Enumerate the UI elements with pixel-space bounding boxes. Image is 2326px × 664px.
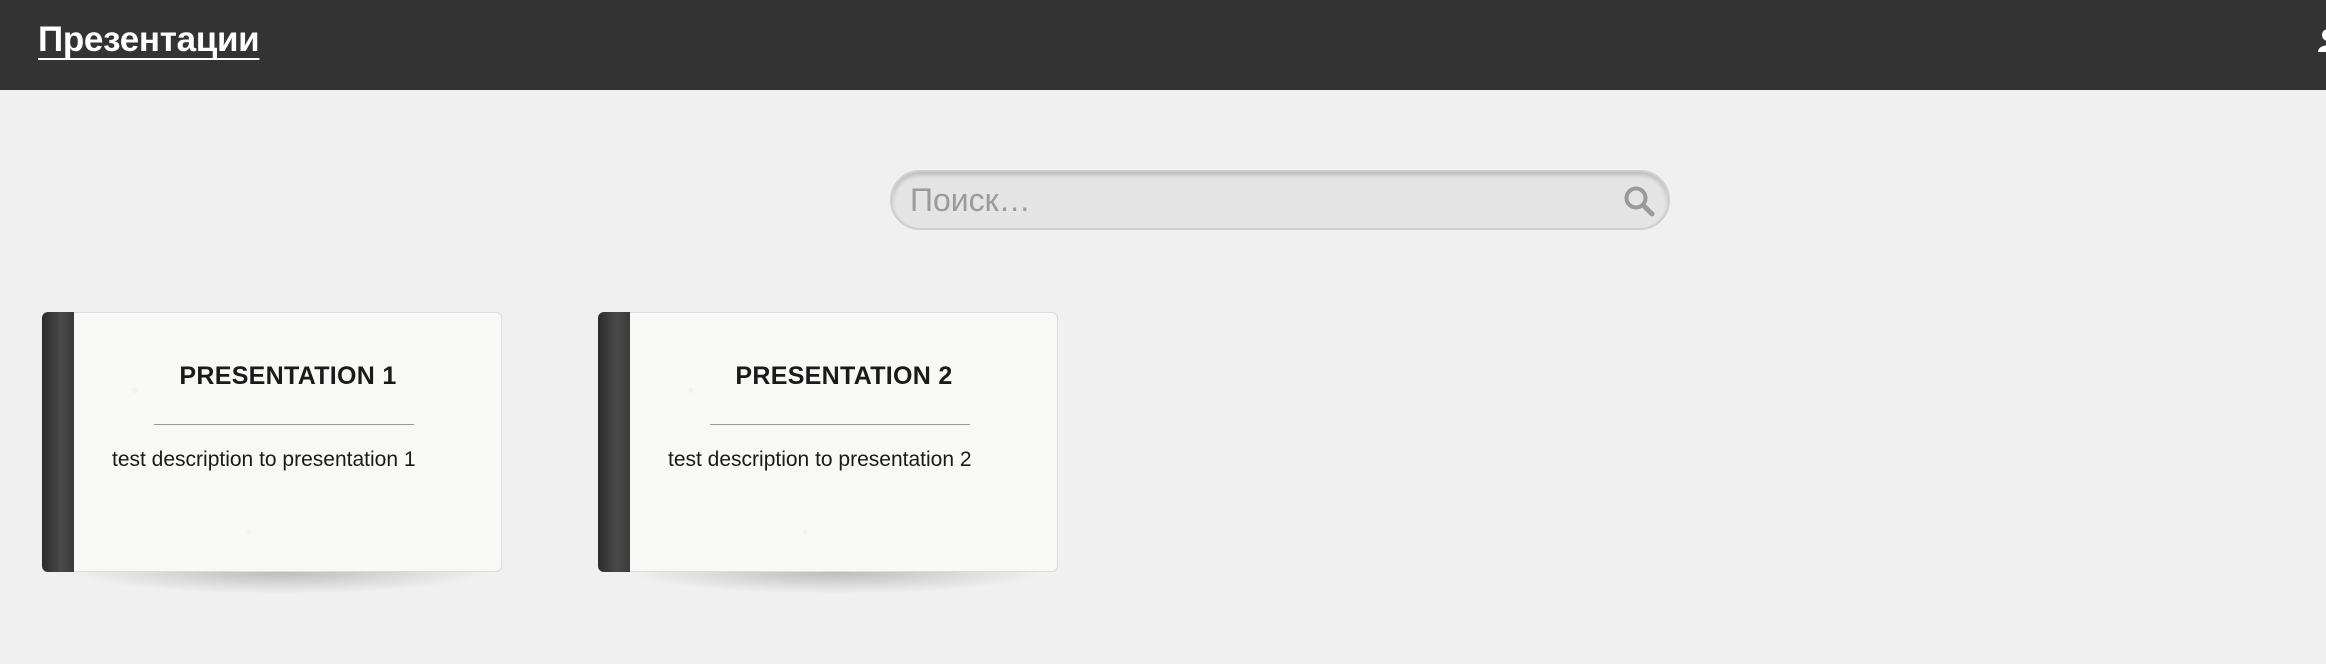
- top-navbar: Презентации: [0, 0, 2326, 90]
- presentation-title: PRESENTATION 2: [735, 362, 953, 390]
- card-background: [598, 312, 1058, 572]
- card-spine: [598, 312, 630, 572]
- card-spine: [42, 312, 74, 572]
- search-bar: [890, 170, 1670, 230]
- title-divider: [710, 424, 970, 425]
- title-divider: [154, 424, 414, 425]
- search-input[interactable]: [910, 180, 1590, 220]
- card-background: [42, 312, 502, 572]
- user-icon[interactable]: [2318, 28, 2326, 52]
- presentation-card[interactable]: PRESENTATION 2 test description to prese…: [598, 312, 1058, 594]
- presentation-description: test description to presentation 2: [668, 448, 972, 471]
- presentation-description: test description to presentation 1: [112, 448, 416, 471]
- search-icon[interactable]: [1622, 184, 1656, 218]
- app-title-link[interactable]: Презентации: [38, 18, 260, 62]
- presentation-title: PRESENTATION 1: [179, 362, 397, 390]
- presentation-card[interactable]: PRESENTATION 1 test description to prese…: [42, 312, 502, 594]
